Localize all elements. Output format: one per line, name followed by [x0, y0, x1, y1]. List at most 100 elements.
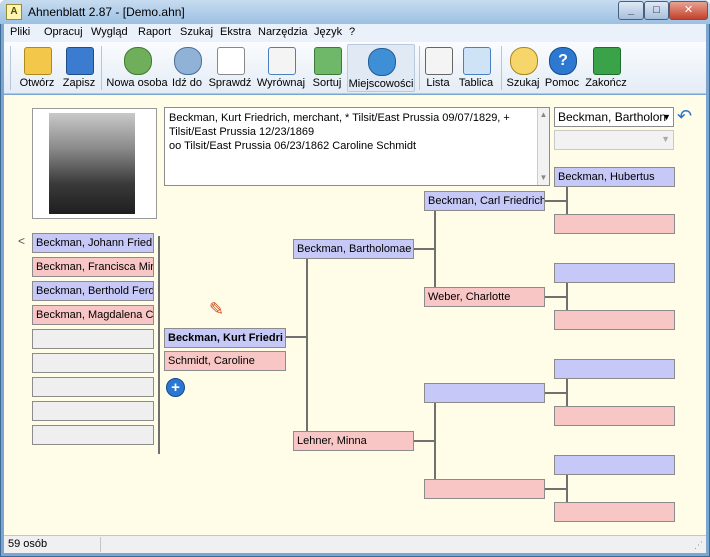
- toolbar-separator: [501, 46, 502, 90]
- sort-bars-icon: [314, 47, 342, 75]
- spouse-box[interactable]: Schmidt, Caroline: [164, 351, 286, 371]
- table-button[interactable]: Tablica: [456, 44, 496, 92]
- floppy-disk-icon: [66, 47, 94, 75]
- list-button[interactable]: Lista: [424, 44, 453, 92]
- folder-open-icon: [24, 47, 52, 75]
- tree-connector: [545, 392, 566, 394]
- list-document-icon: [425, 47, 453, 75]
- tree-connector: [434, 393, 436, 490]
- child-box[interactable]: Beckman, Magdalena C: [32, 305, 154, 325]
- tree-connector: [286, 336, 306, 338]
- maternal-grandmother-box[interactable]: [424, 479, 545, 499]
- great-grandparent-box[interactable]: [554, 502, 675, 522]
- tree-connector: [414, 440, 434, 442]
- check-button[interactable]: Sprawdź: [207, 44, 253, 92]
- tree-connector: [545, 296, 566, 298]
- paternal-grandmother-box[interactable]: Weber, Charlotte: [424, 287, 545, 307]
- close-button[interactable]: ✕: [669, 1, 708, 20]
- title-bar[interactable]: A Ahnenblatt 2.87 - [Demo.ahn] _ □ ✕: [0, 0, 710, 24]
- person-count: 59 osób: [8, 538, 48, 550]
- toolbar: Otwórz Zapisz Nowa osoba Idź do Sprawdź …: [4, 42, 706, 94]
- person-details-text[interactable]: Beckman, Kurt Friedrich, merchant, * Til…: [164, 107, 550, 186]
- ancestor-chart-icon[interactable]: A: [6, 4, 22, 20]
- add-person-icon: [124, 47, 152, 75]
- toolbar-separator: [101, 46, 102, 90]
- details-scrollbar[interactable]: ▲ ▼: [537, 108, 549, 185]
- great-grandparent-box[interactable]: [554, 406, 675, 426]
- chevron-down-icon: ▼: [661, 134, 670, 144]
- child-box[interactable]: [32, 425, 154, 445]
- child-box[interactable]: [32, 377, 154, 397]
- align-button[interactable]: Wyrównaj: [255, 44, 307, 92]
- second-selector[interactable]: ▼: [554, 130, 674, 150]
- back-arrow-icon[interactable]: ↶: [677, 107, 697, 127]
- status-bar: 59 osób ⋰: [4, 535, 706, 553]
- menu-help[interactable]: ?: [349, 26, 355, 38]
- sort-button[interactable]: Sortuj: [309, 44, 345, 92]
- help-icon: ?: [549, 47, 577, 75]
- child-box[interactable]: Beckman, Johann Fried: [32, 233, 154, 253]
- menu-raport[interactable]: Raport: [138, 26, 171, 38]
- menu-jezyk[interactable]: Język: [314, 26, 342, 38]
- pedigree-canvas: Beckman, Kurt Friedrich, merchant, * Til…: [4, 95, 706, 535]
- status-divider: [100, 537, 101, 552]
- magnifier-icon: [510, 47, 538, 75]
- places-button[interactable]: Miejscowości: [347, 44, 415, 92]
- toolbar-separator: [10, 46, 11, 90]
- father-box[interactable]: Beckman, Bartholomae: [293, 239, 414, 259]
- maximize-button[interactable]: □: [644, 1, 669, 20]
- menu-ekstra[interactable]: Ekstra: [220, 26, 251, 38]
- child-box[interactable]: [32, 329, 154, 349]
- window-title: Ahnenblatt 2.87 - [Demo.ahn]: [28, 5, 185, 19]
- menu-pliki[interactable]: Pliki: [10, 26, 30, 38]
- menu-narzedzia[interactable]: Narzędzia: [258, 26, 308, 38]
- person-photo: [49, 113, 135, 214]
- go-to-button[interactable]: Idź do: [170, 44, 204, 92]
- go-to-person-icon: [174, 47, 202, 75]
- maternal-grandfather-box[interactable]: [424, 383, 545, 403]
- child-box[interactable]: [32, 353, 154, 373]
- tree-connector: [414, 248, 434, 250]
- resize-grip-icon[interactable]: ⋰: [694, 540, 704, 550]
- search-button[interactable]: Szukaj: [505, 44, 541, 92]
- open-button[interactable]: Otwórz: [16, 44, 58, 92]
- great-grandparent-box[interactable]: [554, 263, 675, 283]
- children-nav-arrow[interactable]: <: [18, 234, 25, 248]
- toolbar-separator: [419, 46, 420, 90]
- paternal-grandfather-box[interactable]: Beckman, Carl Friedrich: [424, 191, 545, 211]
- chevron-down-icon: ▼: [662, 112, 671, 122]
- tree-connector: [434, 201, 436, 298]
- great-grandparent-box[interactable]: [554, 359, 675, 379]
- child-box[interactable]: [32, 401, 154, 421]
- person-selector[interactable]: Beckman, Bartholon ▼: [554, 107, 674, 127]
- great-grandparent-box[interactable]: [554, 455, 675, 475]
- great-grandparent-box[interactable]: Beckman, Hubertus: [554, 167, 675, 187]
- checklist-icon: [217, 47, 245, 75]
- tree-connector: [306, 248, 308, 441]
- person-photo-frame: [32, 108, 157, 219]
- great-grandparent-box[interactable]: [554, 310, 675, 330]
- exit-door-icon: [593, 47, 621, 75]
- tree-connector: [545, 200, 566, 202]
- help-button[interactable]: ? Pomoc: [544, 44, 580, 92]
- mother-box[interactable]: Lehner, Minna: [293, 431, 414, 451]
- globe-icon: [368, 48, 396, 76]
- new-person-button[interactable]: Nowa osoba: [106, 44, 168, 92]
- children-connector: [158, 236, 160, 454]
- child-box[interactable]: Beckman, Francisca Mir: [32, 257, 154, 277]
- menu-bar: Pliki Opracuj Wygląd Raport Szukaj Ekstr…: [4, 24, 706, 42]
- menu-szukaj[interactable]: Szukaj: [180, 26, 213, 38]
- child-box[interactable]: Beckman, Berthold Ferd: [32, 281, 154, 301]
- menu-wyglad[interactable]: Wygląd: [91, 26, 128, 38]
- save-button[interactable]: Zapisz: [60, 44, 98, 92]
- pencil-icon[interactable]: ✎: [209, 298, 231, 320]
- add-plus-icon[interactable]: +: [166, 378, 185, 397]
- family-tree-table-icon: [463, 47, 491, 75]
- exit-button[interactable]: Zakończ: [584, 44, 628, 92]
- align-text-icon: [268, 47, 296, 75]
- tree-connector: [545, 488, 566, 490]
- proband-box[interactable]: Beckman, Kurt Friedri: [164, 328, 286, 348]
- great-grandparent-box[interactable]: [554, 214, 675, 234]
- menu-opracuj[interactable]: Opracuj: [44, 26, 83, 38]
- minimize-button[interactable]: _: [618, 1, 644, 20]
